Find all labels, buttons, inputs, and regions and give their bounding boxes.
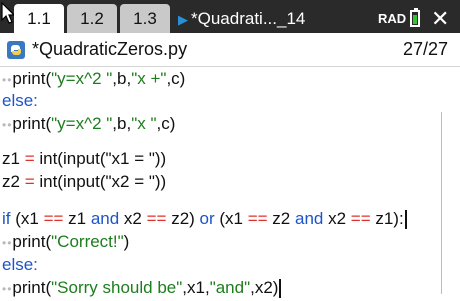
code-line-2: else:	[2, 91, 38, 110]
python-file-icon	[7, 41, 25, 59]
code-line-9: ••print("Correct!")	[2, 232, 130, 251]
mouse-pointer-icon	[1, 2, 15, 24]
battery-icon	[410, 8, 420, 27]
close-icon[interactable]: ✕	[431, 4, 449, 33]
tab-1-1[interactable]: 1.1	[14, 4, 64, 33]
file-header: *QuadraticZeros.py 27/27	[0, 33, 460, 67]
text-caret	[404, 210, 407, 230]
code-line-1: ••print("y=x^2 ",b,"x +",c)	[2, 69, 186, 88]
document-tab[interactable]: ▶ *Quadrati..._14	[178, 4, 305, 33]
code-line-6: z2 = int(input("x2 = "))	[2, 172, 167, 191]
editor-divider	[441, 112, 442, 294]
code-line-10: else:	[2, 255, 38, 274]
angle-mode-indicator: RAD	[378, 11, 407, 26]
page-counter: 27/27	[402, 39, 448, 59]
code-line-8: if (x1 == z1 and x2 == z2) or (x1 == z2 …	[2, 207, 407, 231]
tab-bar: 1.1 1.2 1.3 ▶ *Quadrati..._14 RAD ✕	[0, 0, 460, 33]
document-tab-label: *Quadrati..._14	[191, 9, 306, 28]
play-arrow-icon: ▶	[178, 12, 188, 27]
file-name: *QuadraticZeros.py	[32, 39, 188, 59]
code-editor[interactable]: ••print("y=x^2 ",b,"x +",c) else: ••prin…	[0, 67, 460, 299]
text-cursor	[279, 279, 282, 299]
tab-1-3[interactable]: 1.3	[120, 4, 170, 33]
code-line-3: ••print("y=x^2 ",b,"x ",c)	[2, 114, 176, 133]
code-line-5: z1 = int(input("x1 = "))	[2, 149, 167, 168]
code-line-11: ••print("Sorry should be",x1,"and",x2)	[2, 276, 282, 300]
tab-1-2[interactable]: 1.2	[67, 4, 117, 33]
